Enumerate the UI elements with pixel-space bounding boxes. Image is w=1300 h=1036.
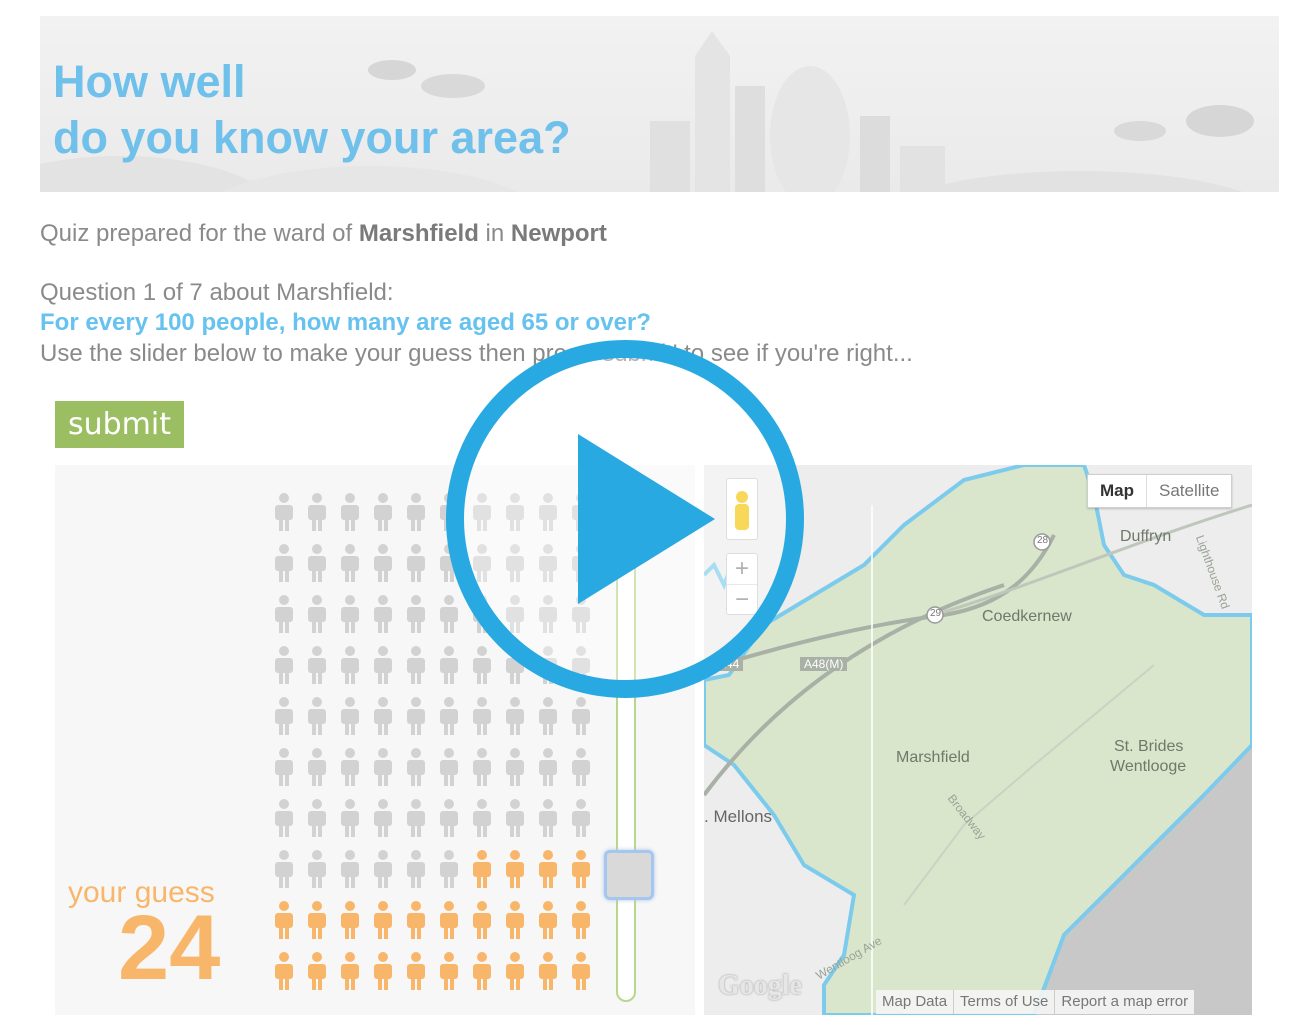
- guess-slider-thumb[interactable]: [604, 850, 654, 900]
- submit-button[interactable]: submit: [55, 401, 184, 448]
- banner-title-line-1: How well: [53, 56, 246, 107]
- map-type-control: Map Satellite: [1087, 474, 1233, 508]
- map-label-st-brides-1: St. Brides: [1114, 738, 1184, 755]
- ward-name: Marshfield: [358, 220, 479, 247]
- question-count: Question 1 of 7 about Marshfield:: [40, 279, 394, 306]
- intro-text: Quiz prepared for the ward of Marshfield…: [40, 220, 607, 248]
- map-label-st-brides-2: Wentlooge: [1110, 758, 1187, 775]
- banner: How well do you know your area?: [40, 16, 1279, 192]
- guess-value: 24: [118, 897, 221, 999]
- banner-title: How well do you know your area?: [53, 54, 571, 166]
- google-logo: Google: [718, 970, 802, 1001]
- map-label-route-29: 29: [930, 608, 942, 619]
- area-name: Newport: [510, 220, 607, 247]
- report-map-error-link[interactable]: Report a map error: [1054, 990, 1194, 1014]
- banner-title-line-2: do you know your area?: [53, 112, 571, 163]
- map-label-marshfield: Marshfield: [896, 749, 970, 766]
- map-type-satellite-button[interactable]: Satellite: [1147, 475, 1231, 507]
- question-text: For every 100 people, how many are aged …: [40, 309, 651, 336]
- map-label-route-28: 28: [1037, 535, 1049, 546]
- map-footer: Map Data Terms of Use Report a map error: [876, 990, 1195, 1014]
- intro-middle: in: [478, 220, 511, 247]
- map-label-coedkernew: Coedkernew: [982, 608, 1072, 625]
- intro-prefix: Quiz prepared for the ward of: [40, 220, 359, 247]
- map-label-duffryn: Duffryn: [1120, 528, 1172, 545]
- map-data-link[interactable]: Map Data: [876, 990, 953, 1014]
- terms-of-use-link[interactable]: Terms of Use: [953, 990, 1054, 1014]
- map-type-map-button[interactable]: Map: [1088, 475, 1147, 507]
- play-video-icon[interactable]: [440, 334, 810, 704]
- map-label-mellons: . Mellons: [704, 807, 773, 826]
